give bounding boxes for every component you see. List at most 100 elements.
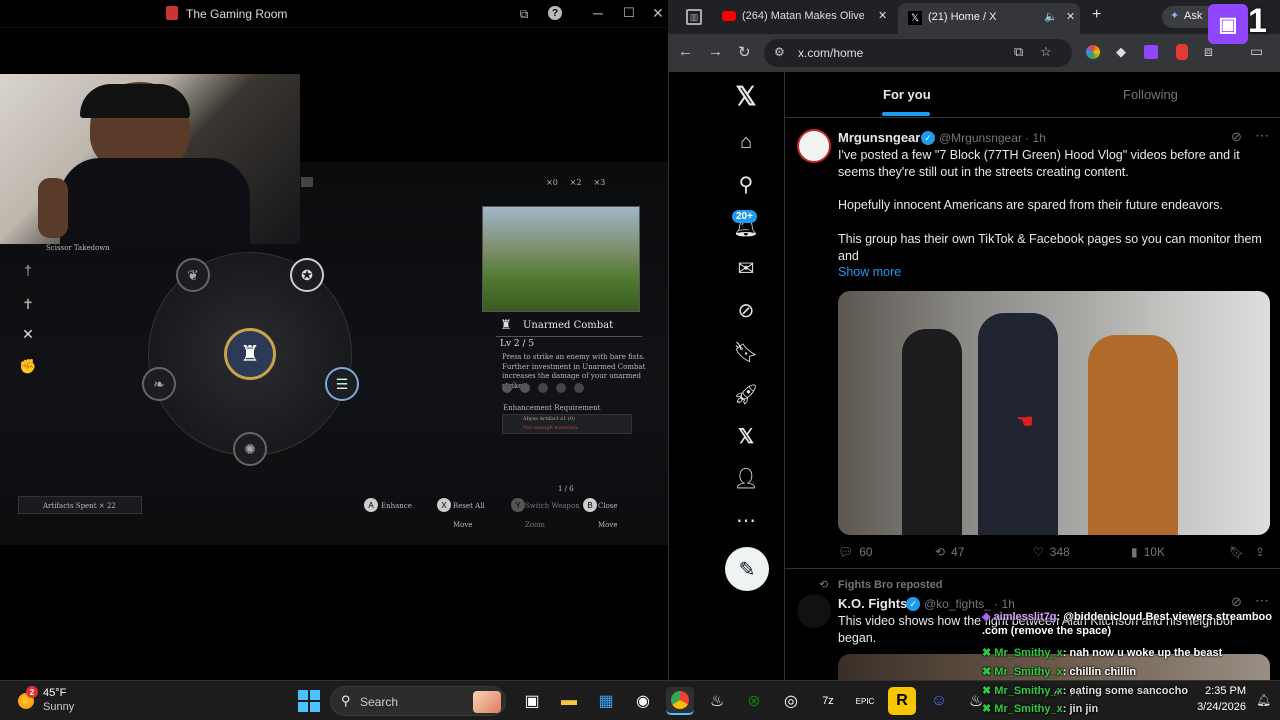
enhance-label[interactable]: Enhance xyxy=(381,502,412,510)
bookmark-icon[interactable]: 🔖︎ xyxy=(1229,545,1244,559)
help-icon[interactable]: ? xyxy=(548,6,562,20)
avatar[interactable] xyxy=(797,594,831,628)
extension-google-icon[interactable] xyxy=(1086,45,1100,59)
7zip-icon[interactable]: 7z xyxy=(814,687,842,715)
xbox-icon[interactable]: ⊗ xyxy=(740,687,768,715)
forward-icon[interactable]: → xyxy=(708,43,723,60)
speaker-icon[interactable]: 🔈 xyxy=(1044,10,1058,23)
skill-node-top-left[interactable]: ❦ xyxy=(176,258,210,292)
share-icon[interactable]: ⇪ xyxy=(1255,545,1265,559)
obs-icon[interactable]: ◉ xyxy=(629,687,657,715)
url-field[interactable]: ⚙ x.com/home ⧉ ☆ xyxy=(764,39,1072,67)
author-handle[interactable]: @Mrgunsngear · 1h xyxy=(939,131,1046,145)
weather-widget[interactable]: 2 45°F Sunny xyxy=(16,685,106,717)
store-icon[interactable]: ▦ xyxy=(592,687,620,715)
search-icon[interactable]: ⚲ xyxy=(726,164,766,204)
counter-1: ×0 xyxy=(546,178,558,187)
notification-bell-icon[interactable]: 🔔︎ xyxy=(1256,693,1271,707)
taskbar-search[interactable]: ⚲ Search xyxy=(330,686,506,716)
window-title: The Gaming Room xyxy=(186,7,288,21)
new-tab-icon[interactable]: + xyxy=(1092,6,1101,24)
tab-close-icon[interactable]: ✕ xyxy=(1066,10,1075,23)
author-name[interactable]: Mrgunsngear xyxy=(838,130,920,145)
streamer-body xyxy=(60,158,250,244)
x-logo-icon[interactable]: 𝕏 xyxy=(726,76,766,116)
extension-twitch-icon[interactable] xyxy=(1144,45,1158,59)
install-icon[interactable]: ⧉ xyxy=(1014,44,1023,60)
target-app-icon[interactable]: ◎ xyxy=(777,687,805,715)
tab-following[interactable]: Following xyxy=(1033,72,1280,118)
timeline-tabs: For you Following xyxy=(785,72,1280,118)
view-count: 10K xyxy=(1143,545,1165,559)
tab-close-icon[interactable]: ✕ xyxy=(878,9,887,22)
show-more-link[interactable]: Show more xyxy=(838,265,901,279)
close-button[interactable]: ✕ xyxy=(650,4,666,22)
discord-icon[interactable]: ☺ xyxy=(925,687,953,715)
messages-icon[interactable]: ✉ xyxy=(726,248,766,288)
views-button[interactable]: ▮ 10K xyxy=(1131,545,1165,559)
reset-all-label[interactable]: Reset All xyxy=(453,502,485,510)
tab-search-icon[interactable]: ▥ xyxy=(686,9,702,25)
tweet[interactable]: Mrgunsngear ✓ @Mrgunsngear · 1h ⊘ ⋯ I've… xyxy=(785,119,1280,569)
avatar[interactable] xyxy=(797,129,831,163)
tab-label-youtube: (264) Matan Makes Oliver Tr xyxy=(742,10,864,22)
skill-node-right[interactable]: ☰ xyxy=(325,367,359,401)
more-options-icon[interactable]: ⋯ xyxy=(1255,592,1269,609)
tab-for-you[interactable]: For you xyxy=(785,72,1029,118)
home-icon[interactable]: ⌂ xyxy=(726,122,766,162)
extension-diamond-icon[interactable]: ◆ xyxy=(1116,44,1126,60)
profile-icon[interactable]: 👤︎ xyxy=(726,458,766,498)
x-button-icon: X xyxy=(437,498,451,512)
views-icon: ▮ xyxy=(1131,545,1138,559)
twitch-icon: ▣ xyxy=(1208,4,1248,44)
task-view-icon[interactable]: ▣ xyxy=(518,687,546,715)
notifications-badge: 20+ xyxy=(732,210,757,223)
tweet-image[interactable]: ☚ xyxy=(838,291,1270,535)
maximize-button[interactable]: ☐ xyxy=(621,4,637,22)
reply-button[interactable]: 💬︎ 60 xyxy=(838,545,873,559)
skill-node-bottom[interactable]: ✺ xyxy=(233,432,267,466)
tweet-text-p1: I've posted a few "7 Block (77TH Green) … xyxy=(838,148,1240,179)
author-name[interactable]: K.O. Fights xyxy=(838,596,907,611)
tab-youtube[interactable]: (264) Matan Makes Oliver Tr ✕ xyxy=(712,5,892,29)
steam-icon[interactable]: ♨ xyxy=(703,687,731,715)
epic-games-icon[interactable]: EPIC xyxy=(851,687,879,715)
clock-date[interactable]: 3/24/2026 xyxy=(1186,701,1246,713)
more-icon[interactable]: ⋯ xyxy=(726,500,766,540)
bookmark-star-icon[interactable]: ☆ xyxy=(1040,44,1052,60)
rockstar-icon[interactable]: R xyxy=(888,687,916,715)
chat-message: : chillin chillin xyxy=(1062,666,1137,678)
extensions-puzzle-icon[interactable]: ⧈ xyxy=(1204,43,1213,60)
skill-node-top-right[interactable]: ✪ xyxy=(290,258,324,292)
switch-weapon-label[interactable]: Switch Weapon xyxy=(525,502,580,510)
jobs-rocket-icon[interactable]: 🚀︎ xyxy=(726,374,766,414)
pip-icon[interactable]: ⧉ xyxy=(516,6,532,22)
tweet-text-p2: Hopefully innocent Americans are spared … xyxy=(838,198,1223,212)
back-icon[interactable]: ← xyxy=(678,43,693,60)
skill-node-center-unarmed[interactable]: ♜ xyxy=(224,328,276,380)
like-button[interactable]: ♡ 348 xyxy=(1033,545,1070,559)
start-button[interactable] xyxy=(298,690,320,712)
grok-icon[interactable]: ⊘ xyxy=(726,290,766,330)
site-info-icon[interactable]: ⚙ xyxy=(774,45,785,59)
crossed-swords-icon: ✕ xyxy=(22,325,34,342)
sidepanel-icon[interactable]: ▭ xyxy=(1250,43,1263,60)
skill-node-left[interactable]: ❧ xyxy=(142,367,176,401)
close-label[interactable]: Close xyxy=(598,502,618,510)
premium-x-icon[interactable]: 𝕏 xyxy=(726,416,766,456)
reload-icon[interactable]: ↻ xyxy=(738,43,751,61)
chrome-icon[interactable] xyxy=(666,687,694,715)
file-explorer-icon[interactable]: ▬ xyxy=(555,687,583,715)
repost-button[interactable]: ⟲ 47 xyxy=(935,545,964,559)
compose-post-button[interactable]: ✎ xyxy=(725,547,769,591)
counter-2: ×2 xyxy=(569,178,582,187)
clock-time[interactable]: 2:35 PM xyxy=(1186,685,1246,697)
repost-count: 47 xyxy=(951,545,965,559)
bookmarks-icon[interactable]: 🔖︎ xyxy=(726,332,766,372)
more-options-icon[interactable]: ⋯ xyxy=(1255,127,1269,144)
minimize-button[interactable]: ─ xyxy=(590,4,606,22)
tab-x-home[interactable]: 𝕏 (21) Home / X 🔈 ✕ xyxy=(898,3,1080,34)
person-1 xyxy=(902,329,962,535)
extension-shield-icon[interactable] xyxy=(1176,44,1188,60)
grok-explain-icon[interactable]: ⊘ xyxy=(1231,129,1242,145)
